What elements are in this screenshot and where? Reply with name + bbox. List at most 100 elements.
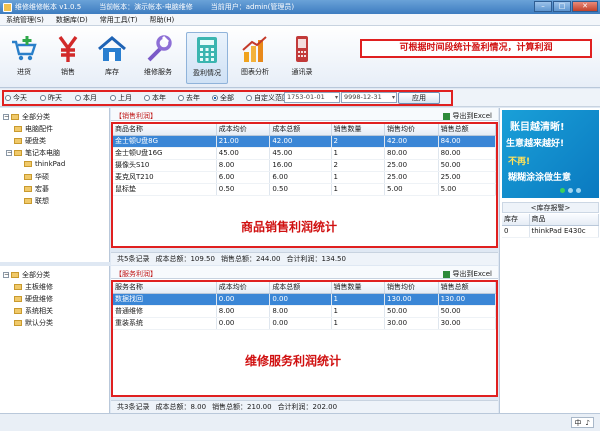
inventory-label: 库存 <box>105 68 119 76</box>
filter-yesterday[interactable]: 昨天 <box>40 93 62 103</box>
service-record-count: 共3条记录 <box>117 403 150 411</box>
tree-node-service-all[interactable]: − 全部分类 <box>3 270 50 280</box>
service-export-button[interactable]: 导出到Excel <box>443 269 492 279</box>
col-header[interactable]: 销售总额 <box>438 124 497 136</box>
purchase-button[interactable]: 进货 <box>4 32 44 84</box>
service-profit-total: 合计利润：202.00 <box>277 403 338 411</box>
table-row[interactable]: 金士顿U盘8G 21.00 42.00 2 42.00 84.00 <box>113 135 497 148</box>
table-row[interactable]: 数据找回 0.00 0.00 1 130.00 130.00 <box>113 293 497 306</box>
radio-icon <box>144 95 150 101</box>
radio-icon <box>110 95 116 101</box>
table-row[interactable]: 鼠标垫 0.50 0.50 1 5.00 5.00 <box>113 183 497 196</box>
table-row[interactable]: 金士顿U盘16G 45.00 45.00 1 80.00 80.00 <box>113 147 497 160</box>
folder-icon <box>14 320 22 326</box>
table-row[interactable]: 麦克风T210 6.00 6.00 1 25.00 25.00 <box>113 171 497 184</box>
ime-indicator[interactable]: 中 ♪ <box>570 417 594 428</box>
repair-service-label: 维修服务 <box>144 68 172 76</box>
service-category-tree: − 全部分类 主板维修 硬盘维修 系统相关 默认分类 <box>0 266 110 413</box>
tree-node-thinkpad[interactable]: thinkPad <box>24 160 65 168</box>
app-icon <box>3 2 12 12</box>
carousel-dot[interactable] <box>560 188 565 193</box>
radio-selected-icon <box>212 95 218 101</box>
carousel-dot[interactable] <box>568 188 573 193</box>
col-header[interactable]: 销售数量 <box>331 124 386 136</box>
menu-database[interactable]: 数据库(D) <box>50 15 94 25</box>
tree-node-hdd[interactable]: 硬盘类 <box>14 136 46 146</box>
folder-icon <box>24 198 32 204</box>
tree-node-lenovo[interactable]: 联想 <box>24 196 49 206</box>
sales-profit-panel: 【销售利润】 导出到Excel 商品名称 成本均价 成本总额 销售数量 销售均价… <box>111 108 498 248</box>
maximize-icon[interactable]: □ <box>553 1 571 12</box>
carousel-dot[interactable] <box>576 188 581 193</box>
chart-analysis-button[interactable]: 图表分析 <box>234 32 276 84</box>
collapse-icon[interactable]: − <box>6 150 12 156</box>
tree-node-asus[interactable]: 华硕 <box>24 172 49 182</box>
col-header[interactable]: 成本均价 <box>216 124 271 136</box>
col-header[interactable]: 商品 <box>529 214 600 226</box>
collapse-icon[interactable]: − <box>3 114 9 120</box>
col-header[interactable]: 成本总额 <box>269 282 332 294</box>
col-header[interactable]: 商品名称 <box>113 124 217 136</box>
col-header[interactable]: 销售总额 <box>438 282 497 294</box>
radio-icon <box>40 95 46 101</box>
yen-icon <box>53 34 83 64</box>
apply-button[interactable]: 应用 <box>398 92 440 104</box>
col-header[interactable]: 服务名称 <box>113 282 217 294</box>
col-header[interactable]: 库存 <box>502 214 530 226</box>
excel-icon <box>443 112 451 120</box>
col-header[interactable]: 成本总额 <box>269 124 332 136</box>
ad-banner[interactable]: 账目越清晰! 生意越来越好! 不再! 糊糊涂涂做生意 <box>502 110 599 198</box>
tree-node-laptops[interactable]: − 笔记本电脑 <box>6 148 60 158</box>
table-row[interactable]: 重装系统 0.00 0.00 1 30.00 30.00 <box>113 317 497 330</box>
radio-icon <box>246 95 252 101</box>
folder-icon <box>24 161 32 167</box>
tree-node-acer[interactable]: 宏碁 <box>24 184 49 194</box>
filter-last-month[interactable]: 上月 <box>110 93 132 103</box>
filter-custom-range[interactable]: 自定义范围 <box>246 93 289 103</box>
date-from-picker[interactable]: 1753-01-01 <box>284 92 340 103</box>
profit-button[interactable]: 盈利情况 <box>186 32 228 84</box>
repair-service-button[interactable]: 维修服务 <box>136 32 180 84</box>
folder-icon <box>11 272 19 278</box>
filter-all[interactable]: 全部 <box>212 93 234 103</box>
filter-last-year[interactable]: 去年 <box>178 93 200 103</box>
contacts-button[interactable]: 通讯录 <box>282 32 322 84</box>
filter-this-month[interactable]: 本月 <box>75 93 97 103</box>
stock-alert-grid: 库存 商品 0 thinkPad E430c <box>502 214 600 238</box>
close-icon[interactable]: ✕ <box>572 1 598 12</box>
filter-this-year[interactable]: 本年 <box>144 93 166 103</box>
sales-export-button[interactable]: 导出到Excel <box>443 111 492 121</box>
sales-panel-header: 【销售利润】 导出到Excel <box>111 108 498 121</box>
table-row[interactable]: 摄像头S10 8.00 16.00 2 25.00 50.00 <box>113 159 497 172</box>
col-header[interactable]: 销售数量 <box>331 282 386 294</box>
stock-alert-title: <库存报警> <box>502 202 599 213</box>
collapse-icon[interactable]: − <box>3 272 9 278</box>
service-grid: 服务名称 成本均价 成本总额 销售数量 销售均价 销售总额 数据找回 0.00 0.… <box>111 280 498 397</box>
filter-today[interactable]: 今天 <box>5 93 27 103</box>
sales-label: 销售 <box>61 68 75 76</box>
purchase-label: 进货 <box>17 68 31 76</box>
tree-node-goods-all[interactable]: − 全部分类 <box>3 112 50 122</box>
ad-line-2: 生意越来越好! <box>506 139 565 149</box>
table-row[interactable]: 0 thinkPad E430c <box>502 225 600 238</box>
tree-node-default[interactable]: 默认分类 <box>14 318 53 328</box>
date-to-picker[interactable]: 9998-12-31 <box>341 92 397 103</box>
folder-icon <box>11 114 19 120</box>
col-header[interactable]: 销售均价 <box>384 124 439 136</box>
menu-system[interactable]: 系统管理(S) <box>0 15 50 25</box>
sales-button[interactable]: 销售 <box>48 32 88 84</box>
menu-help[interactable]: 帮助(H) <box>144 15 181 25</box>
sales-annotation-label: 商品销售利润统计 <box>241 220 338 234</box>
col-header[interactable]: 成本均价 <box>216 282 271 294</box>
tree-node-hdd-repair[interactable]: 硬盘维修 <box>14 294 53 304</box>
radio-icon <box>178 95 184 101</box>
tree-node-motherboard-repair[interactable]: 主板维修 <box>14 282 53 292</box>
service-panel-header: 【服务利润】 导出到Excel <box>111 266 498 279</box>
minimize-icon[interactable]: – <box>534 1 552 12</box>
inventory-button[interactable]: 库存 <box>92 32 132 84</box>
table-row[interactable]: 普通维修 8.00 8.00 1 50.00 50.00 <box>113 305 497 318</box>
tree-node-system[interactable]: 系统相关 <box>14 306 53 316</box>
menu-tools[interactable]: 常用工具(T) <box>94 15 144 25</box>
tree-node-pc-parts[interactable]: 电脑配件 <box>14 124 53 134</box>
col-header[interactable]: 销售均价 <box>384 282 439 294</box>
